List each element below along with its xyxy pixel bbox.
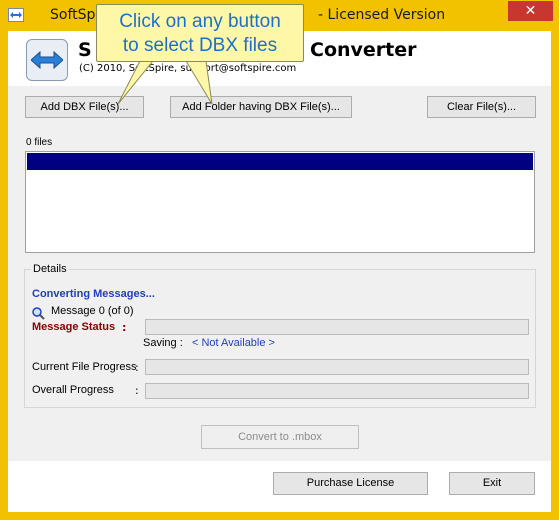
tooltip-callout: Click on any button to select DBX files	[96, 4, 304, 62]
callout-line-1: Click on any button	[119, 11, 281, 32]
app-window: SoftSp - Licensed Version ✕ S Converter …	[0, 0, 559, 520]
callout-pointer	[117, 60, 213, 105]
callout-line-2: to select DBX files	[122, 35, 278, 56]
